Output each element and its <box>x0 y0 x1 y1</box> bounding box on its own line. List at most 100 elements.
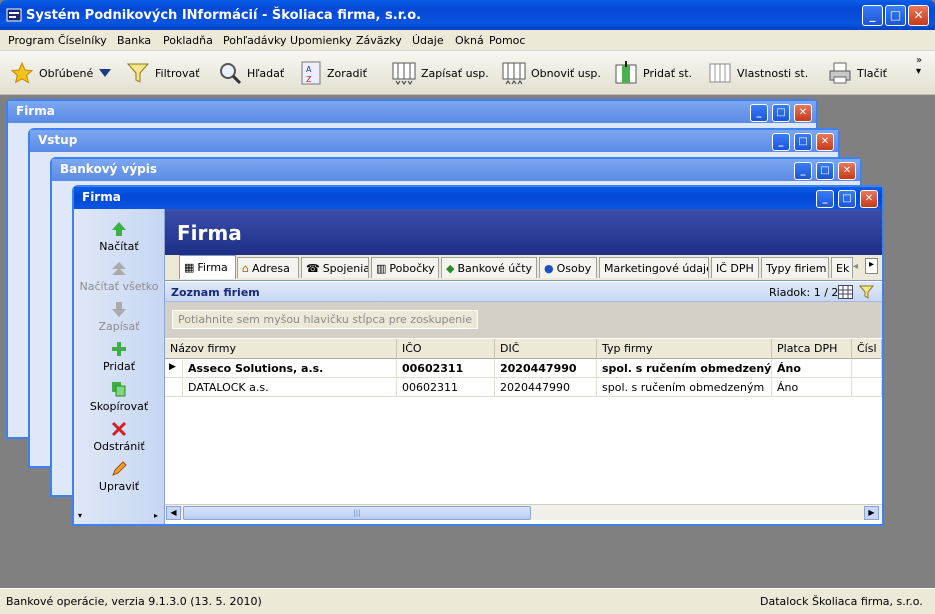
svg-text:Z: Z <box>306 75 312 84</box>
menu-pokladna[interactable]: Pokladňa <box>163 34 213 47</box>
load-all-action[interactable]: Načítať všetko <box>74 261 164 293</box>
minimize-button[interactable]: _ <box>772 133 790 151</box>
write-settings-button[interactable]: Zapísať usp. <box>392 59 489 87</box>
menu-pohladavky[interactable]: Pohľadávky <box>223 34 287 47</box>
cell-ico[interactable]: 00602311 <box>397 379 495 397</box>
close-button[interactable]: ✕ <box>816 133 834 151</box>
cell-platca-dph[interactable]: Áno <box>772 360 852 378</box>
branch-icon: ▥ <box>376 261 387 275</box>
edit-action[interactable]: Upraviť <box>74 461 164 493</box>
scroll-left-icon[interactable]: ◀ <box>166 506 181 520</box>
tab-scroll-right-icon[interactable]: ▸ <box>865 258 878 274</box>
close-button[interactable]: ✕ <box>838 162 856 180</box>
tab-scroll-left-icon[interactable]: ◂ <box>853 261 858 272</box>
cell-nazov[interactable]: Asseco Solutions, a.s. <box>183 360 397 378</box>
column-header-cislo[interactable]: Čísl <box>852 339 882 359</box>
minimize-button[interactable]: _ <box>816 190 834 208</box>
cell-typ[interactable]: spol. s ručením obmedzeným <box>597 360 772 378</box>
tab-firma[interactable]: ▦ Firma <box>179 255 236 279</box>
menu-banka[interactable]: Banka <box>117 34 151 47</box>
magnifier-icon <box>220 63 242 85</box>
maximize-button[interactable]: □ <box>816 162 834 180</box>
table-row[interactable]: DATALOCK a.s. 00602311 2020447990 spol. … <box>165 379 882 397</box>
table-row[interactable]: ▶ Asseco Solutions, a.s. 00602311 202044… <box>165 360 882 378</box>
menu-okna[interactable]: Okná <box>455 34 484 47</box>
minimize-button[interactable]: _ <box>794 162 812 180</box>
tab-ic-dph[interactable]: IČ DPH <box>711 257 759 278</box>
minimize-button[interactable]: _ <box>750 104 768 122</box>
write-action[interactable]: Zapísať <box>74 301 164 333</box>
close-button[interactable]: ✕ <box>860 190 878 208</box>
add-column-icon <box>615 61 637 84</box>
close-button[interactable]: ✕ <box>908 5 929 26</box>
panel-scroll-down-icon[interactable]: ▾ <box>78 511 82 520</box>
tab-adresa[interactable]: ⌂ Adresa <box>237 257 299 278</box>
favorites-button[interactable]: Obľúbené <box>10 59 112 87</box>
grid-settings-icon[interactable] <box>838 285 853 299</box>
delete-action[interactable]: Odstrániť <box>74 421 164 453</box>
tab-marketingove-udaje[interactable]: Marketingové údaje <box>599 257 709 278</box>
menu-upomienky[interactable]: Upomienky <box>290 34 352 47</box>
menu-zavazky[interactable]: Záväzky <box>356 34 402 47</box>
plus-icon <box>112 342 126 356</box>
cell-dic[interactable]: 2020447990 <box>495 379 597 397</box>
group-by-area[interactable]: Potiahnite sem myšou hlavičku stĺpca pre… <box>165 302 882 338</box>
restore-settings-button[interactable]: Obnoviť usp. <box>502 59 601 87</box>
window-title: Bankový výpis <box>52 159 860 181</box>
menu-udaje[interactable]: Údaje <box>412 34 444 47</box>
tab-pobocky[interactable]: ▥ Pobočky <box>371 257 439 278</box>
filter-button[interactable]: Filtrovať <box>126 59 200 87</box>
tab-typy-firiem[interactable]: Typy firiem <box>761 257 829 278</box>
tab-strip: ▦ Firma ⌂ Adresa ☎ Spojenia ▥ Pobočky ◆ Banko… <box>165 255 882 281</box>
window-title: Firma <box>74 187 882 209</box>
scroll-right-icon[interactable]: ▶ <box>864 506 879 520</box>
menu-program[interactable]: Program <box>8 34 54 47</box>
delete-x-icon <box>111 421 127 437</box>
column-header-ico[interactable]: IČO <box>397 339 495 359</box>
cell-dic[interactable]: 2020447990 <box>495 360 597 378</box>
minimize-button[interactable]: _ <box>862 5 883 26</box>
mdi-window-firma[interactable]: Firma _ □ ✕ Načítať Načítať všetko Zapís… <box>72 185 884 526</box>
copy-action[interactable]: Skopírovať <box>74 381 164 413</box>
toolbar-overflow-icon[interactable]: » ▾ <box>916 55 922 77</box>
filter-icon[interactable] <box>859 285 874 299</box>
app-title-bar: Systém Podnikových INformácií - Školiaca… <box>0 0 935 30</box>
cell-cislo[interactable] <box>852 379 882 397</box>
column-header-dic[interactable]: DIČ <box>495 339 597 359</box>
tab-ek[interactable]: Ek <box>831 257 853 278</box>
page-header: Firma <box>165 209 882 255</box>
column-header-nazov[interactable]: Názov firmy <box>165 339 397 359</box>
sort-button[interactable]: AZ Zoradiť <box>300 59 367 87</box>
cell-typ[interactable]: spol. s ručením obmedzeným <box>597 379 772 397</box>
tab-spojenia[interactable]: ☎ Spojenia <box>301 257 369 278</box>
maximize-button[interactable]: □ <box>838 190 856 208</box>
load-action[interactable]: Načítať <box>74 221 164 253</box>
maximize-button[interactable]: □ <box>885 5 906 26</box>
cell-platca-dph[interactable]: Áno <box>772 379 852 397</box>
print-button[interactable]: Tlačiť <box>828 59 887 87</box>
maximize-button[interactable]: □ <box>772 104 790 122</box>
app-icon <box>6 8 22 22</box>
scroll-thumb[interactable]: ||| <box>183 506 531 520</box>
horizontal-scrollbar[interactable]: ◀ ||| ▶ <box>165 504 882 520</box>
menu-pomoc[interactable]: Pomoc <box>489 34 525 47</box>
tab-bankove-ucty[interactable]: ◆ Bankové účty <box>441 257 537 278</box>
find-button[interactable]: Hľadať <box>218 59 284 87</box>
column-header-typ[interactable]: Typ firmy <box>597 339 772 359</box>
cell-cislo[interactable] <box>852 360 882 378</box>
close-button[interactable]: ✕ <box>794 104 812 122</box>
house-icon: ⌂ <box>242 261 249 275</box>
cell-nazov[interactable]: DATALOCK a.s. <box>183 379 397 397</box>
column-header-platca-dph[interactable]: Platca DPH <box>772 339 852 359</box>
panel-expand-icon[interactable]: ▸ <box>154 511 158 520</box>
add-action[interactable]: Pridať <box>74 341 164 373</box>
chevron-down-icon[interactable] <box>98 68 112 78</box>
menu-ciselniky[interactable]: Číselníky <box>58 34 107 47</box>
add-column-button[interactable]: Pridať st. <box>614 59 692 87</box>
window-title: Vstup <box>30 130 838 152</box>
cell-ico[interactable]: 00602311 <box>397 360 495 378</box>
app-title: Systém Podnikových INformácií - Školiaca… <box>26 8 422 23</box>
column-properties-button[interactable]: Vlastnosti st. <box>708 59 808 87</box>
tab-osoby[interactable]: ● Osoby <box>539 257 597 278</box>
maximize-button[interactable]: □ <box>794 133 812 151</box>
